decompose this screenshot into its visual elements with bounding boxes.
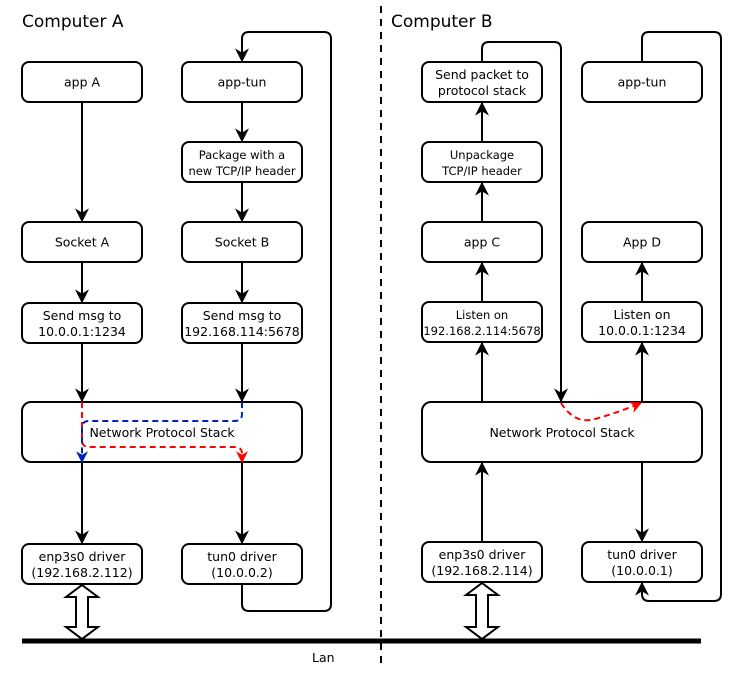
- bidirectional-arrow-b: [463, 581, 501, 641]
- node-tun0-b-label-1: tun0 driver: [607, 547, 677, 562]
- node-package-label-2: new TCP/IP header: [188, 164, 295, 178]
- node-package-label-1: Package with a: [199, 148, 285, 162]
- node-app-d-label: App D: [623, 235, 661, 250]
- node-tun0-a-label-2: (10.0.0.2): [211, 565, 272, 580]
- node-enp3s0-b-label-2: (192.168.2.114): [431, 563, 532, 578]
- node-app-tun-b-label: app-tun: [618, 75, 667, 90]
- node-listen-d-label-1: Listen on: [613, 307, 670, 322]
- lan-label: Lan: [312, 650, 335, 665]
- node-send-msg-a-label-2: 10.0.0.1:1234: [38, 324, 126, 339]
- node-unpackage-label-1: Unpackage: [450, 148, 514, 162]
- node-app-a-label: app A: [64, 75, 101, 90]
- node-tun0-a-label-1: tun0 driver: [207, 549, 277, 564]
- node-enp3s0-a-label-2: (192.168.2.112): [31, 565, 132, 580]
- node-network-stack-a-label: Network Protocol Stack: [89, 425, 235, 440]
- node-send-packet-label-2: protocol stack: [438, 83, 527, 98]
- node-socket-a-label: Socket A: [55, 235, 110, 250]
- node-socket-b-label: Socket B: [215, 235, 269, 250]
- node-send-packet-label-1: Send packet to: [435, 67, 529, 82]
- node-listen-c-label-2: 192.168.2.114:5678: [423, 324, 540, 338]
- computer-a-title: Computer A: [22, 12, 124, 32]
- node-send-msg-b-label-2: 192.168.114:5678: [184, 324, 300, 339]
- node-unpackage-label-2: TCP/IP header: [441, 164, 522, 178]
- node-listen-d-label-2: 10.0.0.1:1234: [598, 323, 686, 338]
- node-enp3s0-a-label-1: enp3s0 driver: [39, 549, 127, 564]
- node-app-tun-a-label: app-tun: [218, 75, 267, 90]
- node-send-msg-b-label-1: Send msg to: [203, 308, 282, 323]
- node-listen-c-label-1: Listen on: [456, 308, 508, 322]
- computer-b-title: Computer B: [391, 12, 493, 32]
- node-app-c-label: app C: [464, 235, 501, 250]
- network-diagram: Computer A Computer B Lan app A app-tun …: [21, 6, 722, 668]
- node-send-msg-a-label-1: Send msg to: [43, 308, 122, 323]
- computer-a-nodes: app A app-tun Package with a new TCP/IP …: [21, 61, 303, 585]
- bidirectional-arrow-a: [63, 583, 101, 641]
- node-tun0-b-label-2: (10.0.0.1): [611, 563, 672, 578]
- node-enp3s0-b-label-1: enp3s0 driver: [439, 547, 527, 562]
- node-network-stack-b-label: Network Protocol Stack: [489, 425, 635, 440]
